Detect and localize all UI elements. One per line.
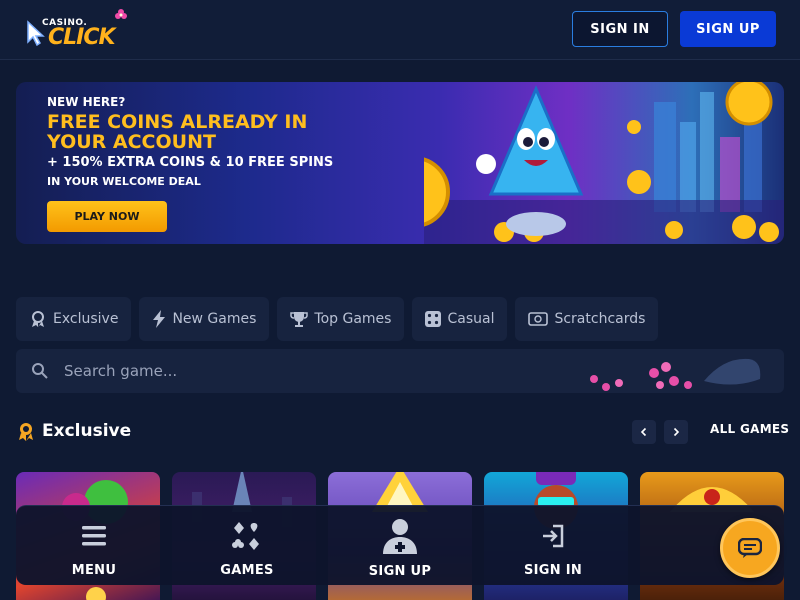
chevron-right-icon — [673, 427, 680, 437]
nav-label: SIGN UP — [368, 564, 432, 579]
promo-banner[interactable]: NEW HERE? FREE COINS ALREADY IN YOUR ACC… — [16, 82, 784, 244]
tab-label: Scratchcards — [554, 311, 646, 327]
bottom-navigation: MENU GAMES SIGN UP SIGN IN — [16, 505, 784, 585]
lightning-icon — [153, 310, 166, 328]
tab-top-games[interactable]: Top Games — [277, 297, 405, 341]
chat-icon — [738, 538, 762, 558]
nav-label: SIGN IN — [523, 563, 583, 578]
prev-arrow-button[interactable] — [632, 420, 656, 444]
banner-kicker: NEW HERE? — [47, 95, 126, 109]
tab-label: Top Games — [314, 311, 392, 327]
banner-subtext: IN YOUR WELCOME DEAL — [47, 175, 201, 188]
tab-label: New Games — [172, 311, 257, 327]
cherry-blossom-decoration — [590, 358, 761, 391]
award-icon — [32, 311, 44, 327]
ticket-icon — [528, 312, 549, 326]
tab-label: Exclusive — [53, 311, 119, 327]
tab-casual[interactable]: Casual — [412, 297, 508, 341]
play-now-button[interactable]: PLAY NOW — [47, 201, 167, 232]
all-games-link[interactable]: ALL GAMES — [710, 422, 789, 436]
search-bar — [16, 349, 784, 393]
flower-icon — [115, 9, 127, 19]
nav-sign-in[interactable]: SIGN IN — [498, 518, 608, 578]
sign-in-icon — [543, 524, 564, 547]
sign-in-button[interactable]: SIGN IN — [572, 11, 668, 47]
banner-offer: + 150% EXTRA COINS & 10 FREE SPINS — [47, 155, 334, 170]
search-input[interactable] — [64, 349, 584, 393]
top-header: CASINO. CLICK SIGN IN SIGN UP — [0, 0, 800, 60]
nav-sign-up[interactable]: SIGN UP — [345, 518, 455, 579]
tab-new-games[interactable]: New Games — [139, 297, 270, 341]
category-tabs: Exclusive New Games Top Games Casual Scr… — [16, 297, 659, 341]
logo-big-text: CLICK — [48, 25, 116, 50]
tab-exclusive[interactable]: Exclusive — [16, 297, 132, 341]
cards-suits-icon — [232, 521, 259, 550]
mascot-illustration — [476, 85, 584, 236]
nav-label: GAMES — [220, 563, 274, 578]
chat-support-button[interactable] — [720, 518, 780, 578]
tab-scratchcards[interactable]: Scratchcards — [515, 297, 659, 341]
sign-up-button[interactable]: SIGN UP — [680, 11, 776, 47]
nav-menu[interactable]: MENU — [39, 518, 149, 578]
section-title: Exclusive — [42, 421, 132, 441]
casino-click-logo[interactable]: CASINO. CLICK — [22, 8, 132, 52]
award-icon — [19, 423, 33, 441]
chevron-left-icon — [640, 427, 647, 437]
nav-label: MENU — [71, 563, 117, 578]
nav-games[interactable]: GAMES — [192, 518, 302, 578]
add-user-icon — [383, 519, 417, 554]
tab-label: Casual — [447, 311, 495, 327]
banner-headline: FREE COINS ALREADY IN YOUR ACCOUNT — [47, 111, 308, 153]
trophy-icon — [290, 312, 309, 327]
search-icon — [32, 363, 48, 379]
menu-icon — [82, 525, 106, 545]
next-arrow-button[interactable] — [664, 420, 688, 444]
dice-icon — [425, 311, 442, 327]
